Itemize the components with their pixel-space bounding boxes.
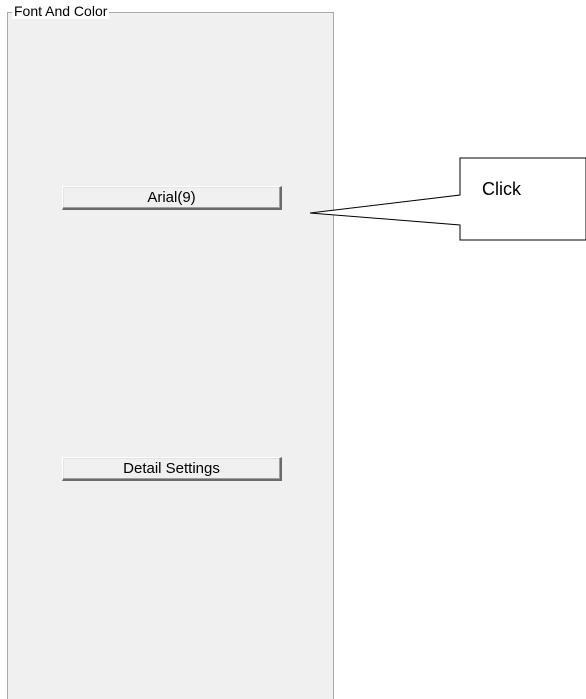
callout-text: Click: [482, 179, 521, 199]
detail-settings-button[interactable]: Detail Settings: [62, 457, 282, 481]
font-and-color-groupbox: [7, 12, 334, 699]
groupbox-title: Font And Color: [12, 3, 110, 19]
callout-bubble: [309, 157, 586, 241]
font-select-button[interactable]: Arial(9): [62, 186, 282, 210]
screenshot-stage: Font And Color Arial(9) Detail Settings …: [0, 0, 586, 699]
